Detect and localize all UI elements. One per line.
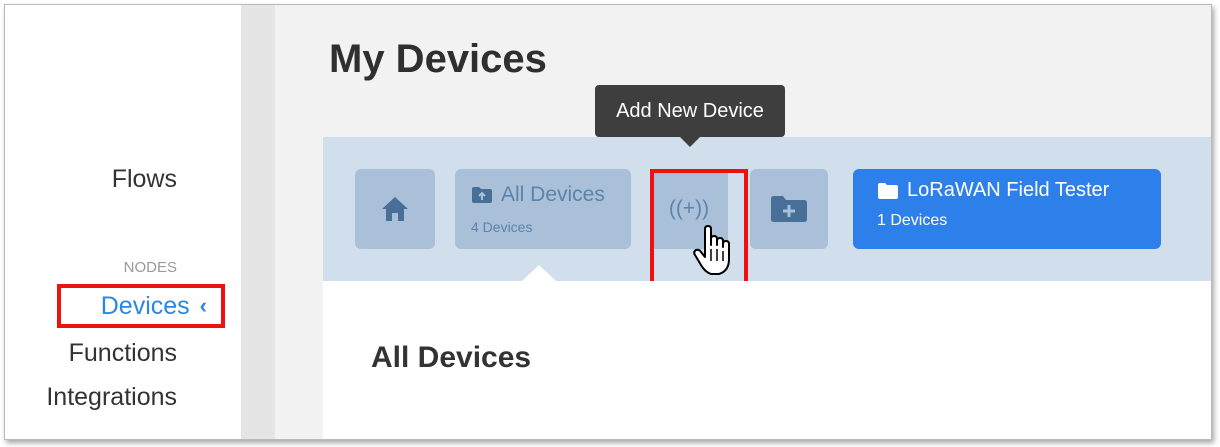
hand-cursor-icon xyxy=(693,225,730,275)
folder-icon xyxy=(472,187,492,203)
all-devices-button[interactable]: All Devices 4 Devices xyxy=(455,169,631,249)
page-title: My Devices xyxy=(329,37,547,81)
sidebar: Flows NODES Devices ‹ Functions Integrat… xyxy=(5,5,241,439)
devices-panel: All Devices xyxy=(323,281,1211,439)
screenshot-frame: Flows NODES Devices ‹ Functions Integrat… xyxy=(4,4,1212,440)
folder-icon xyxy=(878,182,898,199)
folder-count: 1 Devices xyxy=(877,212,948,229)
device-toolbar: All Devices 4 Devices ((+)) LoRaWAN Fiel… xyxy=(323,137,1211,281)
folder-lorawan-field-tester[interactable]: LoRaWAN Field Tester 1 Devices xyxy=(853,169,1161,249)
home-button[interactable] xyxy=(355,169,435,249)
chevron-left-icon: ‹ xyxy=(199,293,207,318)
all-devices-label: All Devices xyxy=(501,183,605,206)
section-title: All Devices xyxy=(371,341,532,374)
sidebar-section-nodes: NODES xyxy=(123,259,177,276)
sidebar-item-devices-label: Devices xyxy=(100,291,190,320)
active-caret xyxy=(522,265,556,281)
home-icon xyxy=(382,197,408,221)
sidebar-item-functions[interactable]: Functions xyxy=(69,339,177,368)
new-folder-icon xyxy=(771,196,807,222)
sidebar-item-flows[interactable]: Flows xyxy=(112,165,177,194)
main-content: My Devices All Devices 4 Devices ((+)) L… xyxy=(275,5,1211,439)
sidebar-item-devices[interactable]: Devices ‹ xyxy=(57,284,225,328)
folder-label: LoRaWAN Field Tester xyxy=(907,179,1110,201)
tooltip: Add New Device xyxy=(595,85,785,137)
new-folder-button[interactable] xyxy=(750,169,828,249)
tooltip-arrow xyxy=(680,137,700,147)
all-devices-count: 4 Devices xyxy=(471,219,533,235)
sidebar-gutter xyxy=(241,5,275,439)
sidebar-item-integrations[interactable]: Integrations xyxy=(46,383,177,412)
